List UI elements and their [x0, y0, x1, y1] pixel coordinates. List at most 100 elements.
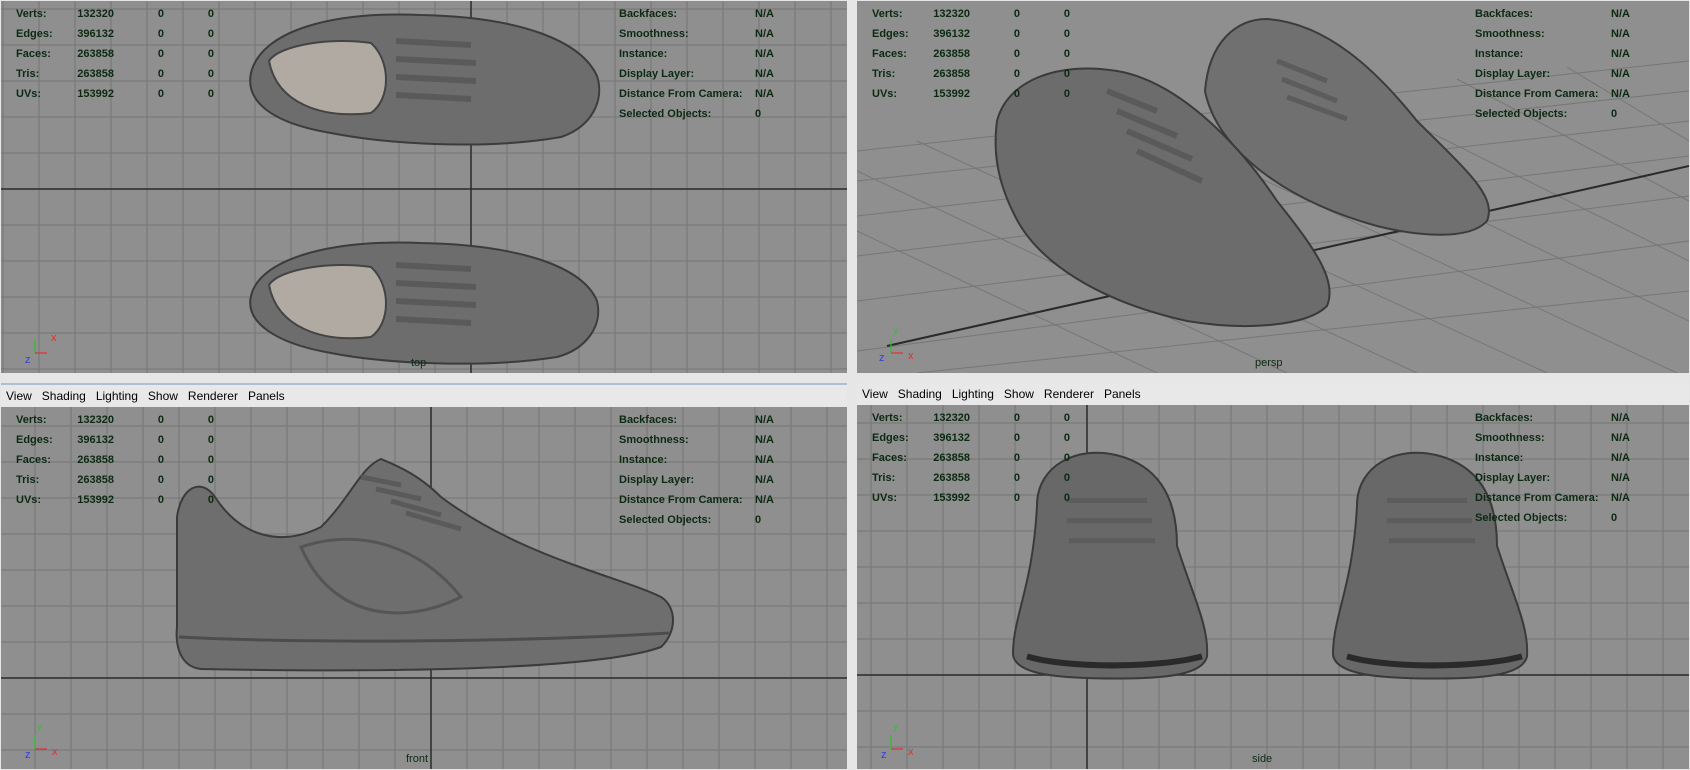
- hud-stat-value: 396132: [77, 28, 114, 40]
- hud-stat-value: 0: [157, 474, 164, 486]
- hud-stat-value: 0: [207, 434, 214, 446]
- menu-panels[interactable]: Panels: [1104, 387, 1141, 401]
- hud-detail-value: N/A: [1611, 492, 1630, 504]
- hud-stat-value: 0: [1013, 48, 1020, 60]
- hud-stat-label: Faces:: [16, 48, 51, 60]
- hud-detail-label: Display Layer:: [1475, 472, 1551, 484]
- menu-renderer[interactable]: Renderer: [188, 389, 238, 403]
- hud-detail-row: Display Layer: N/A: [1475, 64, 1651, 84]
- hud-stat-row: Edges: 396132 0 0: [16, 24, 214, 44]
- hud-detail-value: 0: [755, 514, 762, 526]
- hud-detail-label: Backfaces:: [619, 414, 678, 426]
- hud-detail-label: Smoothness:: [619, 28, 689, 40]
- hud-stat-value: 0: [157, 48, 164, 60]
- axis-gizmo-icon: y x z: [877, 324, 914, 365]
- shoe-front: [175, 457, 674, 672]
- hud-stat-value: 0: [157, 88, 164, 100]
- hud-detail-value: N/A: [755, 48, 774, 60]
- hud-stat-value: 0: [1013, 68, 1020, 80]
- hud-detail-row: Instance: N/A: [619, 44, 795, 64]
- hud-detail-value: N/A: [1611, 8, 1630, 20]
- hud-detail-row: Backfaces: N/A: [619, 410, 795, 430]
- hud-detail-label: Distance From Camera:: [619, 494, 743, 506]
- hud-detail-value: N/A: [1611, 88, 1630, 100]
- object-details-hud: Backfaces: N/A Smoothness: N/A Instance: N/A D…: [1475, 4, 1651, 124]
- hud-stat-label: Verts:: [872, 412, 903, 424]
- viewport-persp[interactable]: Verts: 132320 0 0 Edges: 396132 0 0 Faces: 263858…: [857, 1, 1689, 373]
- svg-text:z: z: [881, 749, 887, 761]
- svg-text:z: z: [25, 354, 31, 365]
- hud-stat-value: 0: [1063, 432, 1070, 444]
- hud-detail-value: N/A: [755, 454, 774, 466]
- menu-renderer[interactable]: Renderer: [1044, 387, 1094, 401]
- hud-detail-row: Display Layer: N/A: [619, 64, 795, 84]
- menu-panels[interactable]: Panels: [248, 389, 285, 403]
- menu-view[interactable]: View: [862, 387, 888, 401]
- hud-stat-value: 0: [207, 28, 214, 40]
- hud-detail-label: Selected Objects:: [1475, 512, 1568, 524]
- hud-detail-value: N/A: [755, 494, 774, 506]
- menu-show[interactable]: Show: [1004, 387, 1034, 401]
- hud-detail-row: Backfaces: N/A: [619, 4, 795, 24]
- hud-detail-row: Instance: N/A: [1475, 448, 1651, 468]
- hud-stat-value: 396132: [77, 434, 114, 446]
- hud-stat-value: 263858: [933, 68, 970, 80]
- hud-stat-value: 0: [207, 494, 214, 506]
- hud-detail-row: Smoothness: N/A: [619, 24, 795, 44]
- axis-gizmo-icon: xz: [21, 329, 57, 366]
- hud-stat-label: Tris:: [16, 68, 40, 80]
- hud-detail-value: N/A: [755, 88, 774, 100]
- hud-stat-value: 263858: [77, 474, 114, 486]
- menu-lighting[interactable]: Lighting: [96, 389, 138, 403]
- hud-stat-value: 0: [207, 88, 214, 100]
- viewport-front[interactable]: View Shading Lighting Show Renderer Panels Ve…: [1, 383, 847, 769]
- hud-stat-value: 263858: [77, 48, 114, 60]
- hud-stat-label: UVs:: [872, 492, 898, 504]
- hud-detail-label: Display Layer:: [619, 474, 695, 486]
- hud-detail-label: Instance:: [1475, 48, 1524, 60]
- hud-detail-row: Distance From Camera: N/A: [1475, 488, 1651, 508]
- hud-detail-row: Distance From Camera: N/A: [619, 84, 795, 104]
- hud-stat-value: 0: [1063, 472, 1070, 484]
- hud-stat-value: 0: [1013, 88, 1020, 100]
- hud-stat-value: 0: [207, 414, 214, 426]
- shoe-top-upper: [249, 13, 601, 146]
- hud-stat-value: 396132: [933, 432, 970, 444]
- menu-lighting[interactable]: Lighting: [952, 387, 994, 401]
- hud-stat-value: 0: [157, 454, 164, 466]
- hud-stat-value: 0: [207, 8, 214, 20]
- hud-stat-value: 0: [157, 68, 164, 80]
- hud-stat-label: Edges:: [872, 28, 909, 40]
- hud-detail-value: 0: [755, 108, 762, 120]
- hud-stat-value: 0: [1013, 8, 1020, 20]
- hud-stat-value: 0: [1013, 28, 1020, 40]
- hud-stat-label: Faces:: [16, 454, 51, 466]
- hud-detail-label: Backfaces:: [619, 8, 678, 20]
- svg-text:x: x: [908, 746, 913, 758]
- hud-stat-value: 263858: [933, 472, 970, 484]
- hud-stat-row: UVs: 153992 0 0: [872, 488, 1070, 508]
- viewport-side[interactable]: View Shading Lighting Show Renderer Panels Ve…: [857, 383, 1689, 769]
- hud-stat-row: Faces: 263858 0 0: [872, 448, 1070, 468]
- hud-stat-value: 0: [1063, 452, 1070, 464]
- hud-stat-label: UVs:: [872, 88, 898, 100]
- hud-detail-value: 0: [1611, 512, 1618, 524]
- hud-detail-label: Instance:: [1475, 452, 1524, 464]
- hud-stat-value: 153992: [77, 88, 114, 100]
- poly-count-hud: Verts: 132320 0 0 Edges: 396132 0 0 Faces: 263858…: [16, 410, 214, 510]
- hud-stat-row: Tris: 263858 0 0: [872, 64, 1070, 84]
- shoe-top-lower: [249, 241, 600, 365]
- hud-detail-row: Instance: N/A: [619, 450, 795, 470]
- hud-stat-value: 132320: [77, 8, 114, 20]
- hud-stat-label: Edges:: [872, 432, 909, 444]
- hud-stat-row: Faces: 263858 0 0: [16, 44, 214, 64]
- menu-shading[interactable]: Shading: [42, 389, 86, 403]
- menu-view[interactable]: View: [6, 389, 32, 403]
- camera-label: side: [1252, 753, 1273, 765]
- menu-show[interactable]: Show: [148, 389, 178, 403]
- hud-stat-value: 263858: [933, 48, 970, 60]
- hud-stat-row: Edges: 396132 0 0: [16, 430, 214, 450]
- menu-shading[interactable]: Shading: [898, 387, 942, 401]
- hud-stat-label: Faces:: [872, 452, 907, 464]
- viewport-top[interactable]: Verts: 132320 0 0 Edges: 396132 0 0 Faces: 263858…: [1, 1, 847, 373]
